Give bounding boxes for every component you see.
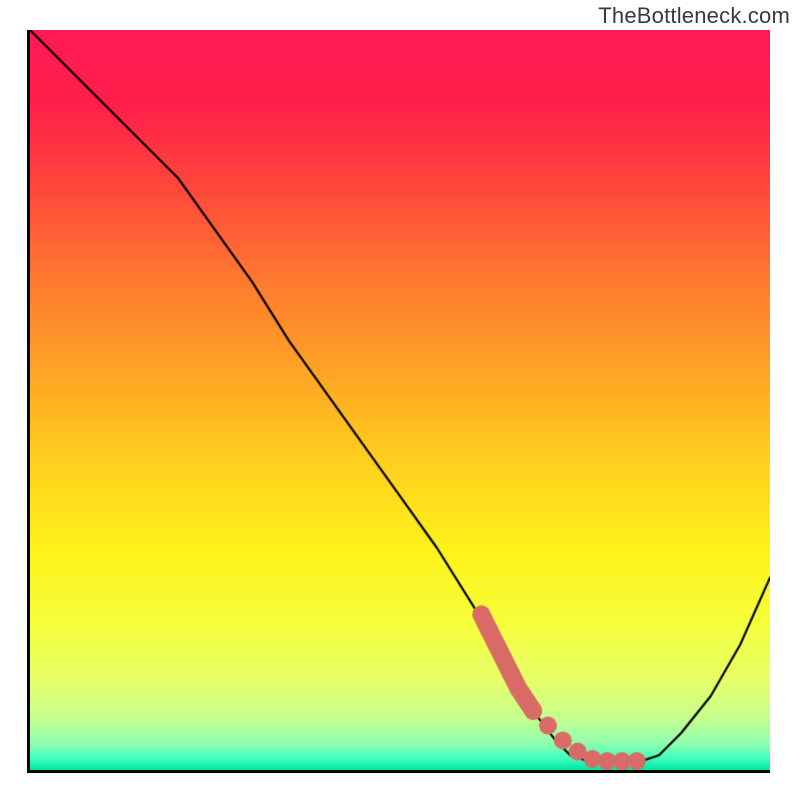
- watermark-text: TheBottleneck.com: [598, 3, 790, 29]
- curve-layer: [30, 30, 770, 770]
- y-axis-line: [27, 30, 30, 773]
- plot-area: [30, 30, 770, 770]
- chart-stage: TheBottleneck.com: [0, 0, 800, 800]
- x-axis-line: [30, 770, 770, 773]
